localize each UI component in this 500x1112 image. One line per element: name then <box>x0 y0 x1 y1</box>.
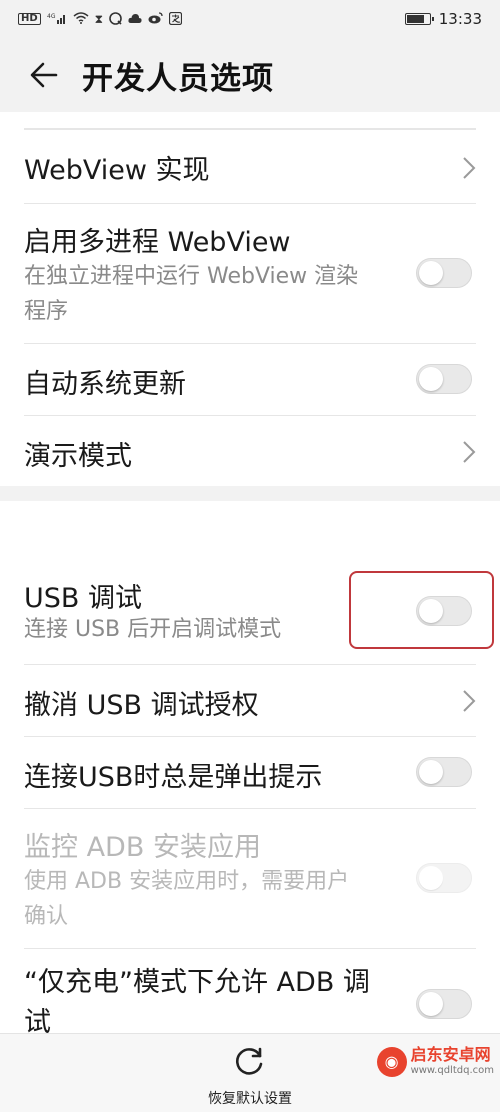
list-item-subtitle: 在独立进程中运行 WebView 渲染程序 <box>24 264 359 324</box>
bottom-toolbar: 恢复默认设置 ◉ 启东安卓网 www.qdltdq.com <box>0 1033 500 1112</box>
back-arrow-icon <box>30 62 58 88</box>
battery-level <box>406 15 424 23</box>
settings-card-top: WebView 实现 启用多进程 WebView 在独立进程中运行 WebVie… <box>0 112 500 486</box>
toggle-knob <box>419 866 443 890</box>
list-item-title: WebView 实现 <box>24 155 210 186</box>
hd-icon: HD <box>18 13 41 25</box>
toggle-knob <box>419 760 443 784</box>
list-item-title: USB 调试 <box>24 583 143 614</box>
multiprocess-webview-toggle[interactable] <box>416 258 472 288</box>
toggle-knob <box>419 367 443 391</box>
list-item-charge-only-adb[interactable]: “仅充电”模式下允许 ADB 调试 <box>24 948 476 1034</box>
watermark-logo-icon: ◉ <box>376 1046 407 1077</box>
reset-defaults-button[interactable]: 恢复默认设置 <box>180 1042 320 1108</box>
list-item-title: 演示模式 <box>24 441 132 472</box>
cloud-icon <box>128 13 142 26</box>
list-item-demo-mode[interactable]: 演示模式 <box>24 415 476 487</box>
list-item-title: 监控 ADB 安装应用 <box>24 832 261 863</box>
app-header: 开发人员选项 <box>0 38 500 112</box>
network-type-label: 4G <box>47 13 56 20</box>
list-item-subtitle: 使用 ADB 安装应用时，需要用户确认 <box>24 869 350 929</box>
reset-defaults-label: 恢复默认设置 <box>208 1091 292 1107</box>
watermark-url: www.qdltdq.com <box>410 1065 494 1076</box>
chevron-right-icon <box>463 157 476 179</box>
list-item-title: 自动系统更新 <box>24 369 186 400</box>
list-item-title: 撤消 USB 调试授权 <box>24 690 259 721</box>
toggle-knob <box>419 992 443 1016</box>
qq-browser-icon <box>109 11 122 27</box>
signal-icon: 4G <box>47 12 67 26</box>
watermark-name: 启东安卓网 <box>410 1045 491 1064</box>
list-item-multiprocess-webview[interactable]: 启用多进程 WebView 在独立进程中运行 WebView 渲染程序 <box>24 203 476 344</box>
list-item-webview-impl[interactable]: WebView 实现 <box>24 129 476 204</box>
toggle-knob <box>419 261 443 285</box>
hourglass-icon: ⧗ <box>94 12 104 26</box>
list-item-title: 连接USB时总是弹出提示 <box>24 762 323 793</box>
list-item-title: 启用多进程 WebView <box>24 227 291 258</box>
site-watermark: ◉ 启东安卓网 www.qdltdq.com <box>376 1045 494 1077</box>
annotation-highlight-box <box>349 571 494 649</box>
page-title: 开发人员选项 <box>82 60 274 97</box>
battery-icon <box>404 13 434 25</box>
status-icons: HD 4G ⧗ <box>18 11 183 27</box>
monitor-adb-install-toggle <box>416 863 472 893</box>
refresh-icon <box>236 1047 263 1075</box>
auto-update-toggle[interactable] <box>416 364 472 394</box>
back-button[interactable] <box>14 45 74 105</box>
weibo-icon <box>148 12 163 26</box>
clock: 13:33 <box>438 10 482 28</box>
chevron-right-icon <box>463 690 476 712</box>
list-item-auto-update[interactable]: 自动系统更新 <box>24 343 476 416</box>
usb-prompt-toggle[interactable] <box>416 757 472 787</box>
wifi-icon <box>73 12 89 26</box>
alipay-icon <box>169 11 183 27</box>
list-item-monitor-adb-install: 监控 ADB 安装应用 使用 ADB 安装应用时，需要用户确认 <box>24 808 476 949</box>
list-item-revoke-usb-auth[interactable]: 撤消 USB 调试授权 <box>24 664 476 737</box>
charge-only-adb-toggle[interactable] <box>416 989 472 1019</box>
list-item-usb-prompt[interactable]: 连接USB时总是弹出提示 <box>24 736 476 809</box>
list-item-subtitle: 连接 USB 后开启调试模式 <box>24 617 282 642</box>
chevron-right-icon <box>463 441 476 463</box>
status-bar: HD 4G ⧗ 13:33 <box>0 0 500 38</box>
list-item-title: “仅充电”模式下允许 ADB 调试 <box>24 967 370 1034</box>
